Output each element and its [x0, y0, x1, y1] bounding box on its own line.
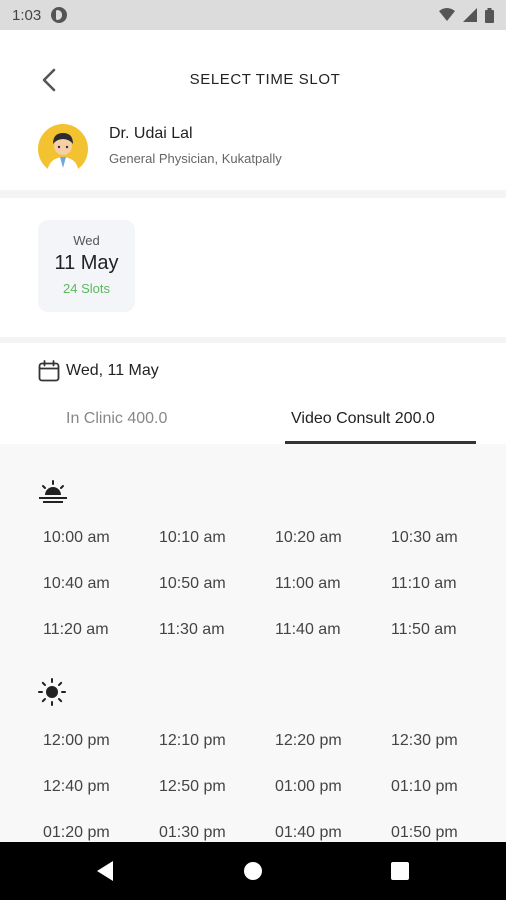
date-card[interactable]: Wed 11 May 24 Slots	[38, 220, 135, 312]
date-card-slot-count: 24 Slots	[63, 281, 110, 296]
time-slot[interactable]: 10:10 am	[159, 529, 226, 547]
time-slot[interactable]: 01:50 pm	[391, 824, 458, 842]
time-slot[interactable]: 01:20 pm	[43, 824, 110, 842]
wifi-icon	[439, 8, 455, 21]
time-slot[interactable]: 12:00 pm	[43, 732, 110, 750]
battery-icon	[485, 7, 494, 23]
time-slot[interactable]: 11:10 am	[391, 575, 457, 593]
time-slot[interactable]: 12:10 pm	[159, 732, 226, 750]
time-slot[interactable]: 10:00 am	[43, 529, 110, 547]
selected-date: Wed, 11 May	[38, 360, 159, 382]
section-divider	[0, 190, 506, 198]
time-slot[interactable]: 12:40 pm	[43, 778, 110, 796]
date-card-date: 11 May	[54, 252, 119, 274]
nav-back-icon[interactable]	[95, 860, 115, 882]
time-slot[interactable]: 01:00 pm	[275, 778, 342, 796]
time-slots-panel: 10:00 am 10:10 am 10:20 am 10:30 am 10:4…	[0, 444, 506, 842]
time-slot[interactable]: 01:40 pm	[275, 824, 342, 842]
time-slot[interactable]: 11:50 am	[391, 621, 457, 639]
time-slot[interactable]: 10:30 am	[391, 529, 458, 547]
status-icons	[439, 7, 494, 23]
date-card-day: Wed	[73, 233, 100, 248]
system-nav-bar	[0, 842, 506, 900]
doctor-specialty: General Physician, Kukatpally	[109, 151, 282, 166]
doctor-avatar	[38, 124, 88, 174]
time-slot[interactable]: 11:20 am	[43, 621, 109, 639]
time-slot[interactable]: 12:20 pm	[275, 732, 342, 750]
nav-recents-icon[interactable]	[391, 862, 409, 880]
time-slot[interactable]: 10:40 am	[43, 575, 110, 593]
time-slot[interactable]: 12:30 pm	[391, 732, 458, 750]
time-slot[interactable]: 11:00 am	[275, 575, 341, 593]
nav-home-icon[interactable]	[243, 861, 263, 881]
header: SELECT TIME SLOT Dr. Udai Lal General Ph…	[0, 30, 506, 190]
time-slot[interactable]: 12:50 pm	[159, 778, 226, 796]
time-slot[interactable]: 01:10 pm	[391, 778, 458, 796]
time-slot[interactable]: 01:30 pm	[159, 824, 226, 842]
tab-in-clinic[interactable]: In Clinic 400.0	[66, 410, 167, 428]
tab-video-consult[interactable]: Video Consult 200.0	[291, 410, 435, 428]
sunrise-icon	[39, 480, 67, 503]
calendar-icon	[38, 360, 60, 382]
status-bar: 1:03	[0, 0, 506, 30]
doctor-illustration-icon	[47, 133, 79, 174]
time-slot[interactable]: 11:30 am	[159, 621, 225, 639]
status-time: 1:03	[12, 6, 42, 24]
signal-icon	[463, 8, 477, 22]
doctor-name: Dr. Udai Lal	[109, 125, 193, 142]
time-slot[interactable]: 11:40 am	[275, 621, 341, 639]
sun-icon	[38, 678, 66, 706]
selected-date-label: Wed, 11 May	[66, 362, 159, 379]
section-divider	[0, 337, 506, 343]
time-slot[interactable]: 10:20 am	[275, 529, 342, 547]
notification-app-icon	[51, 7, 68, 23]
time-slot[interactable]: 10:50 am	[159, 575, 226, 593]
page-title: SELECT TIME SLOT	[189, 71, 341, 88]
